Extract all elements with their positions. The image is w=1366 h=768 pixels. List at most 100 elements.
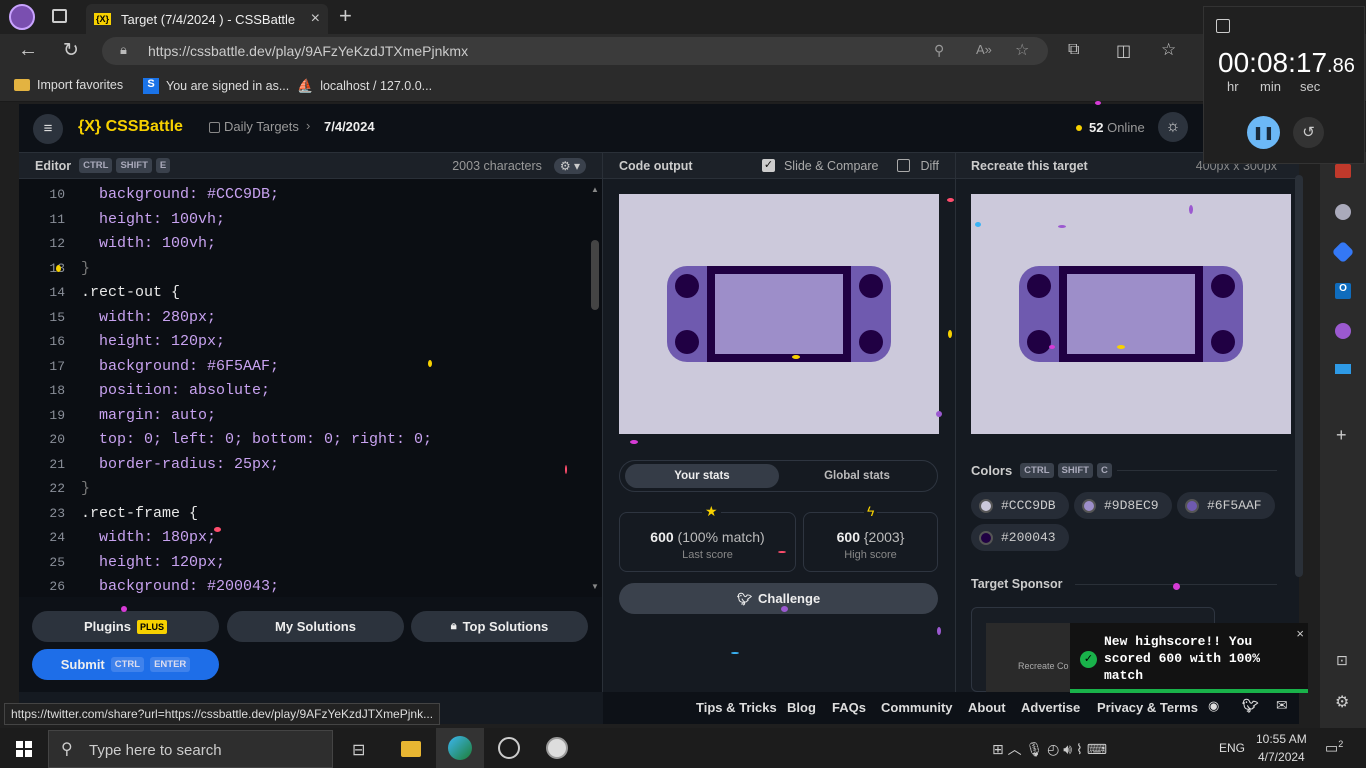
top-solutions-button[interactable]: 🔒︎ Top Solutions [411, 611, 588, 642]
profile-avatar[interactable] [9, 4, 35, 30]
code-line[interactable]: 19 margin: auto; [19, 404, 589, 429]
code-line[interactable]: 13} [19, 257, 589, 282]
outlook-icon[interactable]: O [1335, 283, 1351, 299]
reset-button[interactable]: ↺ [1293, 117, 1324, 148]
breadcrumb-daily-targets[interactable]: Daily Targets [224, 119, 299, 134]
edge-icon[interactable] [436, 728, 484, 768]
tab-global-stats[interactable]: Global stats [780, 464, 934, 488]
footer-link[interactable]: Privacy & Terms [1097, 700, 1198, 715]
footer-link[interactable]: Community [881, 700, 953, 715]
code-line[interactable]: 17 background: #6F5AAF; [19, 355, 589, 380]
favorites-icon[interactable]: ☆ [1161, 40, 1176, 60]
favorite-signed-in[interactable]: S You are signed in as... [143, 78, 289, 94]
chrome-recording-icon[interactable] [498, 737, 520, 759]
code-output-canvas[interactable] [619, 194, 939, 434]
favorite-localhost[interactable]: ⛵ localhost / 127.0.0... [297, 78, 432, 94]
scroll-down-icon[interactable]: ▼ [590, 582, 600, 591]
discord-icon[interactable]: ◉ [1208, 698, 1219, 714]
send-icon[interactable] [1335, 364, 1351, 374]
close-tab-icon[interactable]: × [311, 10, 320, 28]
favorite-import[interactable]: Import favorites [14, 78, 123, 92]
code-line[interactable]: 12 width: 100vh; [19, 232, 589, 257]
color-chip[interactable]: #6F5AAF [1177, 492, 1275, 519]
windows-start-icon[interactable] [16, 741, 32, 757]
read-aloud-icon[interactable]: A» [976, 42, 992, 57]
code-line[interactable]: 25 height: 120px; [19, 551, 589, 576]
my-solutions-button[interactable]: My Solutions [227, 611, 404, 642]
code-editor[interactable]: 10 background: #CCC9DB; 11 height: 100vh;… [19, 179, 602, 597]
address-bar[interactable]: 🔒︎ https://cssbattle.dev/play/9AFzYeKzdJ… [102, 37, 1048, 65]
code-line[interactable]: 23 .rect-frame { [19, 502, 589, 527]
settings-icon[interactable]: ⚙ [1335, 692, 1349, 712]
pause-button[interactable]: ❚❚ [1247, 116, 1280, 149]
notifications-icon[interactable]: ▭2 [1325, 739, 1343, 757]
code-line[interactable]: 24 width: 180px; [19, 526, 589, 551]
code-line[interactable]: 26 background: #200043; [19, 575, 589, 600]
footer-link[interactable]: FAQs [832, 700, 866, 715]
language-indicator[interactable]: ENG [1219, 741, 1245, 755]
designer-icon[interactable] [1335, 323, 1351, 339]
file-explorer-icon[interactable] [401, 741, 421, 757]
footer-link[interactable]: About [968, 700, 1006, 715]
code-line[interactable]: 15 width: 280px; [19, 306, 589, 331]
panel-divider[interactable] [955, 153, 956, 692]
scroll-up-icon[interactable]: ▲ [590, 185, 600, 194]
split-screen-icon[interactable]: ◫ [1116, 41, 1131, 61]
challenge-button[interactable]: 🐦︎ Challenge [619, 583, 938, 614]
twitter-icon[interactable]: 🐦︎ [1242, 698, 1259, 714]
code-line[interactable]: 18 position: absolute; [19, 379, 589, 404]
code-line[interactable]: 16 height: 120px; [19, 330, 589, 355]
panel-divider[interactable] [602, 153, 603, 692]
mail-icon[interactable]: ✉ [1276, 697, 1288, 714]
diff-label[interactable]: Diff [920, 159, 939, 173]
code-line[interactable]: 21 border-radius: 25px; [19, 453, 589, 478]
task-view-icon[interactable]: ⊟ [352, 740, 365, 760]
submit-button[interactable]: Submit CTRL ENTER [32, 649, 219, 680]
taskbar-time[interactable]: 10:55 AM [1256, 732, 1307, 746]
menu-icon[interactable]: ≡ [33, 114, 63, 144]
close-toast-icon[interactable]: × [1296, 626, 1304, 641]
footer-link[interactable]: Blog [787, 700, 816, 715]
add-favorite-icon[interactable]: ☆ [1015, 40, 1029, 60]
taskbar-search-box[interactable]: ⚲ Type here to search [48, 730, 333, 768]
back-icon[interactable]: ← [18, 39, 38, 62]
copilot-icon[interactable] [1331, 240, 1355, 264]
code-line[interactable]: 22} [19, 477, 589, 502]
color-chip[interactable]: #CCC9DB [971, 492, 1069, 519]
add-icon[interactable]: + [1336, 425, 1347, 446]
code-line[interactable]: 20 top: 0; left: 0; bottom: 0; right: 0; [19, 428, 589, 453]
color-chip[interactable]: #200043 [971, 524, 1069, 551]
tab-your-stats[interactable]: Your stats [625, 464, 779, 488]
color-chip[interactable]: #9D8EC9 [1074, 492, 1172, 519]
scrollbar-thumb[interactable] [591, 240, 599, 310]
system-tray-icons[interactable]: ⊞ ︿ 🎙︎ ◴ 🔊︎ ⌇ ⌨ [992, 739, 1107, 759]
footer-link[interactable]: Advertise [1021, 700, 1080, 715]
refresh-icon[interactable]: ↻ [63, 39, 79, 62]
editor-settings-icon[interactable]: ⚙ ▾ [553, 157, 586, 174]
new-tab-icon[interactable]: + [339, 3, 352, 29]
code-line[interactable]: 10 background: #CCC9DB; [19, 183, 589, 208]
color-swatch [979, 530, 993, 545]
plugins-button[interactable]: Plugins PLUS [32, 611, 219, 642]
taskbar-date[interactable]: 4/7/2024 [1258, 750, 1305, 764]
target-scrollbar[interactable] [1295, 175, 1303, 577]
slide-compare-checkbox[interactable]: ✓ [761, 159, 775, 172]
tools-icon[interactable] [1335, 164, 1351, 178]
site-logo[interactable]: {X} CSSBattle [78, 118, 183, 136]
browser-tab-active[interactable]: {X} Target (7/4/2024 ) - CSSBattle × [86, 4, 328, 34]
editor-scrollbar[interactable]: ▲ ▼ [590, 185, 600, 591]
screenshot-icon[interactable]: ⊡ [1336, 652, 1348, 669]
zoom-icon[interactable]: ⚲ [934, 42, 944, 59]
footer-link[interactable]: Tips & Tricks [696, 700, 777, 715]
slide-compare-label[interactable]: Slide & Compare [784, 159, 879, 173]
clock-app-icon[interactable] [546, 737, 568, 759]
code-line[interactable]: 14 .rect-out { [19, 281, 589, 306]
bolt-icon: ϟ [864, 503, 878, 519]
diff-checkbox[interactable] [897, 159, 911, 172]
tab-actions-icon[interactable] [52, 9, 67, 23]
theme-toggle-button[interactable]: ☼ [1158, 112, 1188, 142]
expand-icon[interactable] [1216, 19, 1230, 33]
extensions-icon[interactable]: ⧉ [1068, 41, 1079, 59]
code-line[interactable]: 11 height: 100vh; [19, 208, 589, 233]
games-icon[interactable] [1335, 204, 1351, 220]
